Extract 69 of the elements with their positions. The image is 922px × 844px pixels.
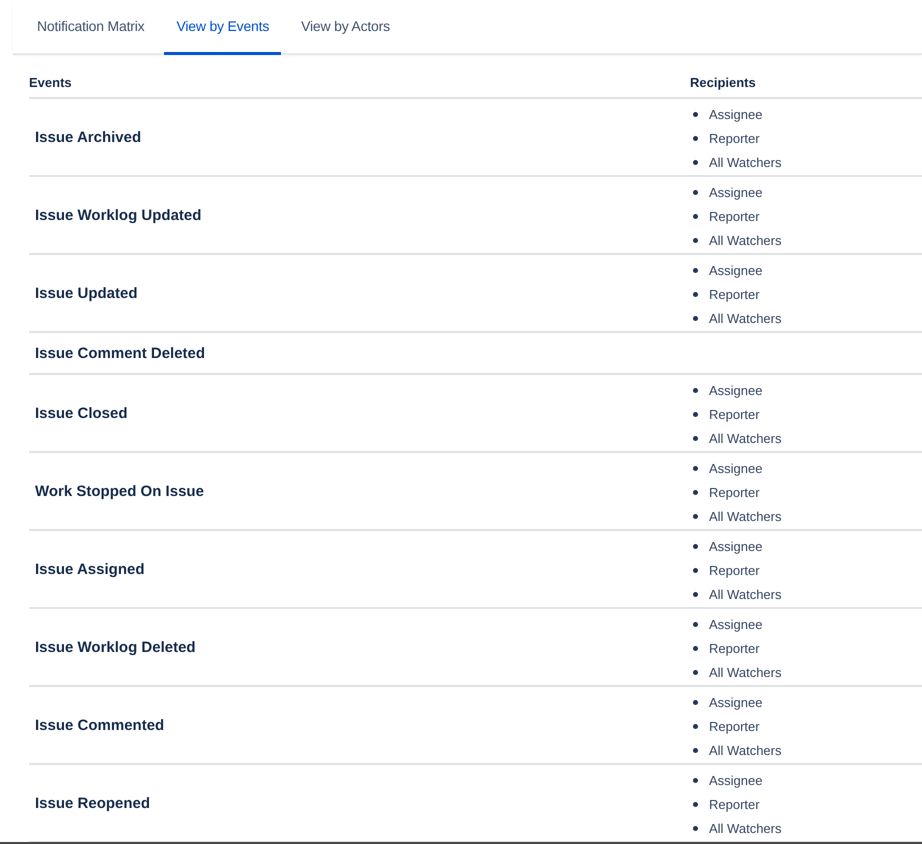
recipient-name: Reporter [709,484,760,500]
bullet-icon [693,592,698,596]
recipient-name: Reporter [709,406,760,422]
recipient-name: Reporter [709,130,760,146]
event-name: Issue Worklog Updated [35,206,202,224]
recipient-name: All Watchers [709,154,782,170]
event-name: Issue Updated [35,284,138,302]
bullet-icon [693,724,698,728]
column-header: Recipients [690,75,756,90]
recipient-name: Assignee [709,262,762,278]
bullet-icon [693,622,698,626]
event-name: Issue Commented [35,716,164,734]
recipient-name: Reporter [709,562,760,578]
bullet-icon [693,646,698,650]
tab[interactable]: Notification Matrix [25,0,156,55]
recipient-name: All Watchers [709,820,782,836]
recipient-name: All Watchers [709,664,782,680]
recipient-name: Reporter [709,718,760,734]
bullet-icon [693,388,698,392]
bullet-icon [693,160,698,164]
bullet-icon [693,316,698,320]
bullet-icon [693,214,698,218]
bullet-icon [693,514,698,518]
recipient-name: Reporter [709,640,760,656]
recipient-name: Reporter [709,208,760,224]
recipient-name: All Watchers [709,742,782,758]
recipient-name: Assignee [709,772,762,788]
bullet-icon [693,748,698,752]
recipient-name: All Watchers [709,508,782,524]
bullet-icon [693,568,698,572]
bullet-icon [693,778,698,782]
bullet-icon [693,544,698,548]
bullet-icon [693,190,698,194]
recipient-name: All Watchers [709,310,782,326]
bullet-icon [693,412,698,416]
event-name: Issue Assigned [35,560,144,578]
recipient-name: Assignee [709,460,762,476]
event-name: Issue Closed [35,404,128,422]
recipient-name: Assignee [709,184,762,200]
bullet-icon [693,112,698,116]
recipient-name: Reporter [709,796,760,812]
recipient-name: All Watchers [709,586,782,602]
bullet-icon [693,268,698,272]
bullet-icon [693,292,698,296]
event-name: Issue Reopened [35,794,150,812]
event-name: Work Stopped On Issue [35,482,204,500]
event-name: Issue Archived [35,128,142,146]
bullet-icon [693,670,698,674]
recipient-name: Assignee [709,382,762,398]
bullet-icon [693,238,698,242]
bullet-icon [693,802,698,806]
recipient-name: Assignee [709,694,762,710]
tab[interactable]: View by Events [164,0,282,55]
bullet-icon [693,490,698,494]
bullet-icon [693,136,698,140]
recipient-name: All Watchers [709,430,782,446]
tab[interactable]: View by Actors [289,0,402,55]
event-name: Issue Comment Deleted [35,344,206,362]
bullet-icon [693,826,698,830]
recipient-name: Reporter [709,286,760,302]
column-header: Events [29,75,73,90]
recipient-name: All Watchers [709,232,782,248]
bullet-icon [693,436,698,440]
event-name: Issue Worklog Deleted [35,638,196,656]
recipient-name: Assignee [709,106,762,122]
bullet-icon [693,466,698,470]
recipient-name: Assignee [709,538,762,554]
bullet-icon [693,700,698,704]
recipient-name: Assignee [709,616,762,632]
